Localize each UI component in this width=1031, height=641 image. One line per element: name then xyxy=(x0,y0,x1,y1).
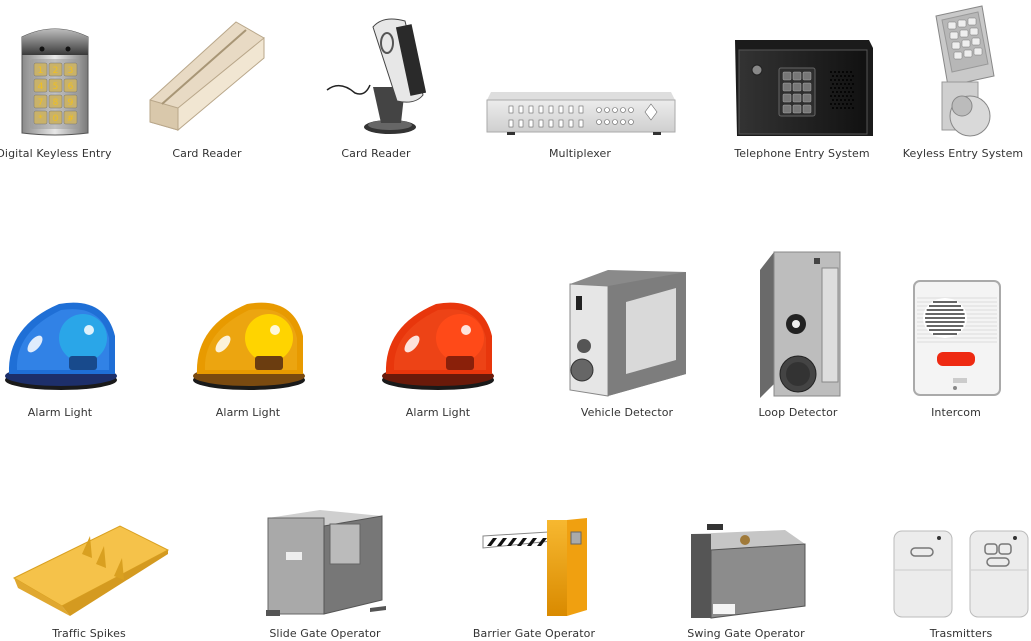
multiplexer-icon xyxy=(486,88,676,136)
svg-text:1: 1 xyxy=(38,66,44,76)
swipe-card-reader-icon xyxy=(148,18,266,136)
item-label: Alarm Light xyxy=(405,406,471,419)
item-label: Alarm Light xyxy=(215,406,281,419)
barrier-gate-icon xyxy=(481,518,591,618)
svg-text:0: 0 xyxy=(53,114,59,124)
item-label: Digital Keyless Entry xyxy=(0,147,112,160)
item-label: Trasmitters xyxy=(929,627,993,640)
svg-text:2: 2 xyxy=(53,66,59,76)
item-label: Multiplexer xyxy=(548,147,612,160)
keypad-lock-icon xyxy=(932,5,1002,138)
alarm-light-orange-icon xyxy=(191,296,307,396)
item-label: Vehicle Detector xyxy=(580,406,674,419)
item-label: Loop Detector xyxy=(758,406,838,419)
svg-text:#: # xyxy=(67,114,75,124)
svg-text:4: 4 xyxy=(38,82,44,92)
item-label: Intercom xyxy=(931,406,981,419)
slide-gate-operator-icon xyxy=(266,510,386,616)
intercom-icon xyxy=(913,280,1001,396)
swing-gate-operator-icon xyxy=(689,520,807,620)
insert-card-reader-icon xyxy=(325,15,430,135)
svg-text:9: 9 xyxy=(68,98,74,108)
remote-transmitters-icon xyxy=(893,530,1029,618)
vehicle-detector-icon xyxy=(568,266,688,398)
item-label: Swing Gate Operator xyxy=(687,627,805,640)
item-label: Slide Gate Operator xyxy=(269,627,381,640)
svg-text:*: * xyxy=(38,114,43,124)
item-label: Traffic Spikes xyxy=(52,627,126,640)
item-label: Barrier Gate Operator xyxy=(472,627,596,640)
svg-text:7: 7 xyxy=(38,98,44,108)
digital-keypad-icon: 1 2 3 4 5 6 7 8 9 * 0 # xyxy=(20,25,90,137)
item-label: Telephone Entry System xyxy=(734,147,870,160)
svg-text:8: 8 xyxy=(53,98,59,108)
telephone-entry-icon xyxy=(735,40,873,138)
svg-text:5: 5 xyxy=(53,82,59,92)
loop-detector-icon xyxy=(758,251,842,400)
alarm-light-red-icon xyxy=(380,296,496,396)
alarm-light-blue-icon xyxy=(3,296,119,396)
svg-text:6: 6 xyxy=(68,82,74,92)
item-label: Alarm Light xyxy=(27,406,93,419)
item-label: Card Reader xyxy=(172,147,242,160)
svg-text:3: 3 xyxy=(68,66,74,76)
traffic-spikes-icon xyxy=(10,518,170,618)
item-label: Keyless Entry System xyxy=(902,147,1024,160)
item-label: Card Reader xyxy=(341,147,411,160)
